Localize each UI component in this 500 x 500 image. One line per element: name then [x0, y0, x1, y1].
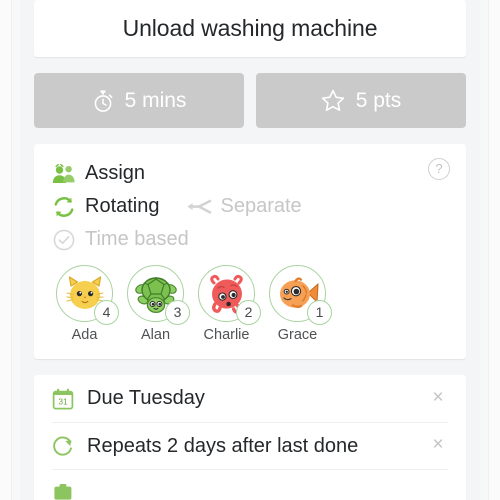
duration-button[interactable]: 5 mins — [34, 73, 244, 128]
assign-header-label: Assign — [85, 162, 146, 184]
page-gutter-right — [488, 0, 500, 500]
member-grace[interactable]: 1 Grace — [265, 265, 332, 343]
app-screen: Unload washing machine 5 mins 5 pts ? As… — [0, 0, 500, 500]
stopwatch-icon — [92, 89, 114, 113]
assigned-members-list: 4 Ada 3 Alan 2 Charlie 1 Grace — [52, 265, 448, 343]
member-ada[interactable]: 4 Ada — [52, 265, 119, 343]
page-gutter-left-inner — [12, 0, 20, 500]
member-name: Grace — [277, 327, 318, 343]
member-name: Charlie — [203, 327, 250, 343]
assign-header-row: Assign — [52, 158, 448, 189]
assign-mode-rotating[interactable]: Rotating — [52, 195, 160, 219]
page-gutter-left — [0, 0, 12, 500]
time-based-icon — [52, 228, 76, 252]
star-icon — [321, 89, 345, 112]
remove-repeat-button[interactable]: × — [428, 435, 448, 456]
assign-mode-rotating-label: Rotating — [85, 195, 160, 217]
duration-label: 5 mins — [124, 88, 187, 112]
avatar: 1 — [269, 265, 332, 325]
task-meta-row: 5 mins 5 pts — [34, 73, 466, 128]
schedule-row-repeat-label: Repeats 2 days after last done — [87, 434, 359, 457]
separate-icon — [186, 197, 212, 217]
assign-timebased-row: Time based — [52, 224, 448, 255]
page-gutter-right-inner — [480, 0, 488, 500]
notes-icon — [52, 482, 74, 500]
assign-mode-row: Rotating Separate — [52, 191, 448, 222]
member-badge: 4 — [94, 300, 119, 325]
points-button[interactable]: 5 pts — [256, 73, 466, 128]
schedule-row-repeat[interactable]: Repeats 2 days after last done × — [52, 422, 448, 469]
help-icon[interactable]: ? — [428, 158, 450, 180]
assign-mode-time-based-label: Time based — [85, 228, 189, 250]
task-title-card: Unload washing machine — [34, 0, 466, 57]
task-title: Unload washing machine — [122, 15, 378, 41]
assign-header[interactable]: Assign — [52, 162, 145, 185]
assign-mode-time-based[interactable]: Time based — [52, 228, 189, 252]
schedule-row-due-label: Due Tuesday — [87, 387, 205, 409]
calendar-day-number: 31 — [58, 396, 68, 406]
points-label: 5 pts — [355, 88, 402, 112]
schedule-card: 31 Due Tuesday × Repeats 2 days after la… — [34, 375, 466, 500]
rotating-icon — [52, 195, 76, 219]
member-charlie[interactable]: 2 Charlie — [194, 265, 261, 343]
repeat-icon — [52, 435, 74, 457]
assign-mode-separate-label: Separate — [220, 195, 302, 217]
member-name: Alan — [140, 327, 171, 343]
avatar: 2 — [198, 265, 261, 325]
member-badge: 1 — [307, 300, 332, 325]
avatar: 3 — [127, 265, 190, 325]
calendar-icon: 31 — [52, 388, 74, 410]
remove-due-date-button[interactable]: × — [428, 388, 448, 409]
member-badge: 2 — [236, 300, 261, 325]
member-alan[interactable]: 3 Alan — [123, 265, 190, 343]
schedule-row-due[interactable]: 31 Due Tuesday × — [52, 375, 448, 422]
avatar: 4 — [56, 265, 119, 325]
member-name: Ada — [71, 327, 98, 343]
assign-mode-separate[interactable]: Separate — [186, 195, 302, 218]
schedule-row-partial[interactable] — [52, 469, 448, 500]
assign-card: ? Assign Rotating Separate Time based 4 … — [34, 144, 466, 359]
people-icon — [52, 163, 76, 184]
member-badge: 3 — [165, 300, 190, 325]
task-detail-content: Unload washing machine 5 mins 5 pts ? As… — [20, 0, 480, 500]
